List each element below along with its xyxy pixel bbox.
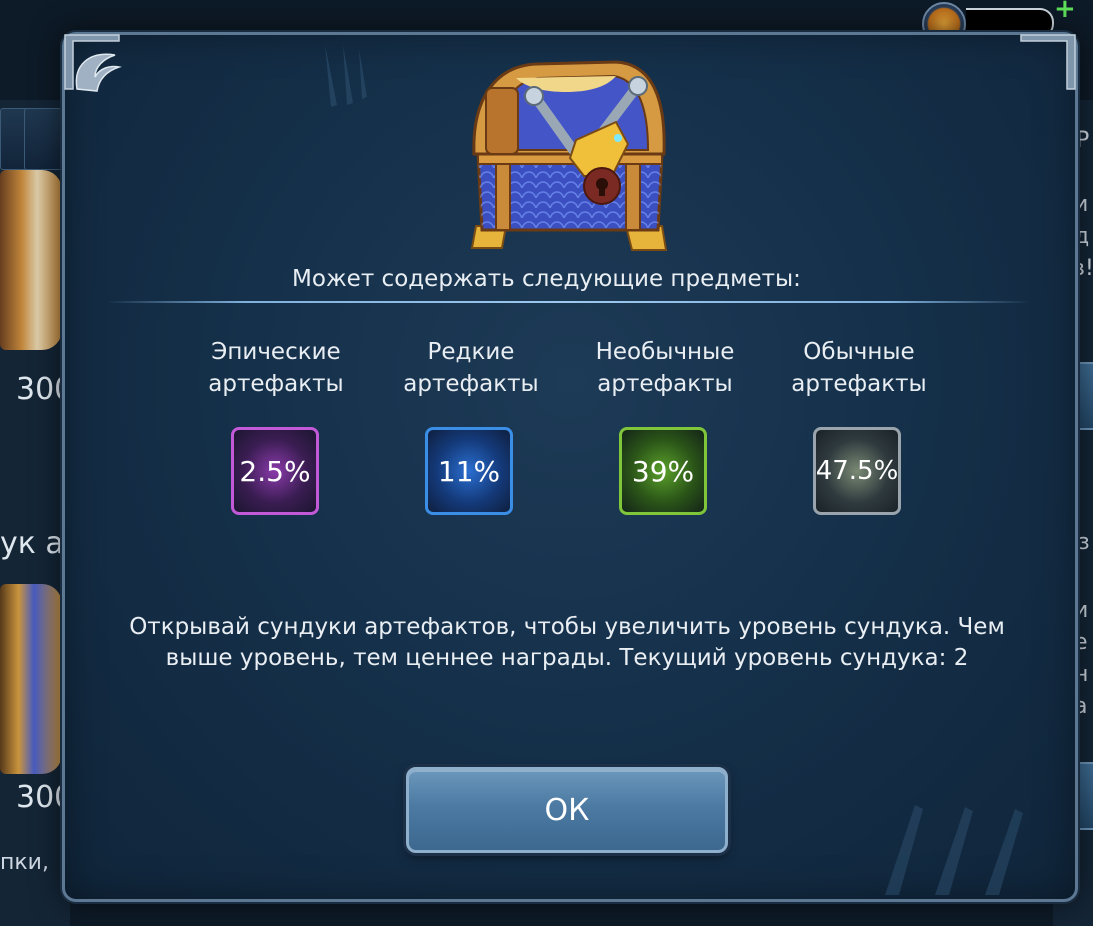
category-type: артефакты [791, 371, 927, 397]
chest-level-description: Открывай сундуки артефактов, чтобы увели… [100, 612, 1034, 674]
description-line: Открывай сундуки артефактов, чтобы увели… [129, 614, 1005, 640]
corner-ornament-icon [1020, 34, 1076, 90]
divider [106, 301, 1030, 303]
category-name: Обычные [803, 339, 915, 365]
treasure-chest-icon [470, 60, 668, 251]
category-type: артефакты [208, 371, 344, 397]
category-uncommon-label: Необычные артефакты [570, 336, 760, 400]
category-name: Редкие [427, 339, 515, 365]
modal-subtitle: Может содержать следующие предметы: [292, 266, 801, 292]
ok-button[interactable]: ОК [406, 767, 728, 853]
claw-marks-icon [885, 805, 1023, 895]
plus-icon[interactable]: + [1054, 0, 1076, 24]
category-epic-label: Эпические артефакты [181, 336, 371, 400]
background-chest-icon [0, 584, 62, 774]
background-tab[interactable] [24, 108, 64, 170]
background-title: ук а [0, 526, 64, 561]
uncommon-chance-badge: 39% [619, 427, 707, 515]
common-chance-badge: 47.5% [813, 427, 901, 515]
horn-ornament-icon [64, 34, 122, 92]
category-name: Эпические [211, 339, 341, 365]
category-type: артефакты [403, 371, 539, 397]
background-chest-icon [0, 170, 62, 350]
category-name: Необычные [595, 339, 735, 365]
claw-marks-icon [325, 45, 367, 107]
category-common-label: Обычные артефакты [764, 336, 954, 400]
category-type: артефакты [597, 371, 733, 397]
epic-chance-badge: 2.5% [231, 427, 319, 515]
category-rare-label: Редкие артефакты [376, 336, 566, 400]
rare-chance-badge: 11% [425, 427, 513, 515]
background-text: з [1078, 530, 1090, 555]
background-caption: пки, [0, 850, 49, 875]
description-line: выше уровень, тем ценнее награды. Текущи… [165, 645, 969, 671]
